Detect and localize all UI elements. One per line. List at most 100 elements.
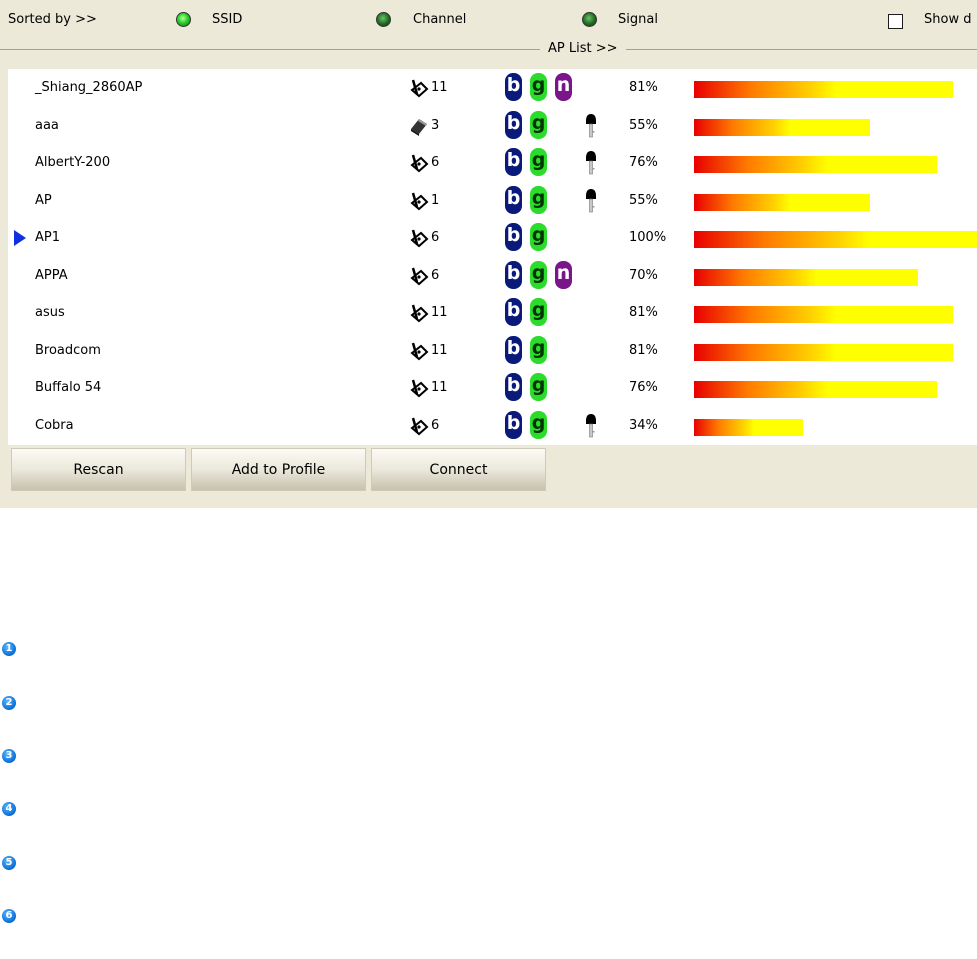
mode-b-badge: b [505,335,522,364]
ap-ssid: AP [35,192,52,208]
mode-g-badge: g [530,335,547,364]
ap-ssid: aaa [35,117,59,133]
signal-strength-bar [694,306,953,323]
sort-signal-radio[interactable] [582,12,597,27]
ap-channel: 11 [431,380,448,395]
callout-marker: 5 [2,856,16,870]
ap-signal-percent: 81% [629,342,658,358]
mode-g-badge: g [530,185,547,214]
signal-strength-bar [694,268,918,286]
ap-list[interactable]: _Shiang_2860AP 11 b g n 81% aaa 3 b g 55% AlbertY-2… [8,69,977,445]
ap-channel: 6 [431,417,440,433]
add-to-profile-button[interactable]: Add to Profile [191,448,366,491]
mode-b-badge: b [505,148,522,176]
ap-row[interactable]: AlbertY-200 6 b g 76% [8,144,977,181]
ap-ssid: asus [35,305,65,320]
signal-strength-bar [694,231,977,248]
mode-b-badge: b [505,73,522,101]
ap-channel: 1 [431,192,440,208]
sort-signal-label[interactable]: Signal [618,12,658,27]
connect-button[interactable]: Connect [371,448,546,491]
mode-n-badge: n [555,73,572,101]
ap-row[interactable]: aaa 3 b g 55% [8,107,977,144]
callout-marker: 2 [2,696,16,710]
ap-row[interactable]: Buffalo 54 11 b g 76% [8,369,977,406]
ap-row[interactable]: asus 11 b g 81% [8,294,977,331]
mode-b-badge: b [505,110,522,139]
security-key-icon [584,113,598,139]
infrastructure-icon [408,377,430,399]
sort-channel-radio[interactable] [376,12,391,27]
callout-marker: 3 [2,749,16,763]
ap-signal-percent: 76% [629,155,658,170]
mode-b-badge: b [505,185,522,214]
ap-row[interactable]: Broadcom 11 b g 81% [8,332,977,369]
sort-bar: Sorted by >> SSID Channel Signal Show d [0,0,977,40]
rescan-button[interactable]: Rescan [11,448,186,491]
sort-channel-label[interactable]: Channel [413,12,466,27]
ap-channel: 3 [431,117,440,133]
security-key-icon [584,150,598,176]
ap-row[interactable]: Cobra 6 b g 34% [8,407,977,444]
infrastructure-icon [408,77,430,99]
section-divider [0,49,977,50]
ap-signal-percent: 100% [629,230,667,245]
mode-g-badge: g [530,373,547,401]
infrastructure-icon [408,152,430,174]
signal-strength-bar [694,343,953,361]
ap-signal-percent: 55% [629,192,658,208]
callout-marker: 4 [2,802,16,816]
signal-strength-bar [694,418,803,436]
mode-n-badge: n [555,260,572,289]
ap-ssid: Cobra [35,417,74,433]
security-key-icon [584,188,598,214]
ap-list-title: AP List >> [540,41,626,56]
mode-b-badge: b [505,223,522,251]
selection-arrow-icon [14,230,26,246]
show-checkbox[interactable] [888,14,903,29]
mode-b-badge: b [505,373,522,401]
ap-row[interactable]: AP 1 b g 55% [8,182,977,219]
mode-b-badge: b [505,410,522,439]
ap-ssid: AlbertY-200 [35,155,111,170]
callout-marker: 1 [2,642,16,656]
mode-g-badge: g [530,298,547,326]
callout-marker: 6 [2,909,16,923]
infrastructure-icon [408,190,430,212]
ap-row[interactable]: APPA 6 b g n 70% [8,257,977,294]
ap-channel: 6 [431,267,440,283]
sort-ssid-label[interactable]: SSID [212,12,242,27]
mode-g-badge: g [530,73,547,101]
ap-signal-percent: 34% [629,417,658,433]
mode-g-badge: g [530,223,547,251]
mode-g-badge: g [530,260,547,289]
ap-ssid: Broadcom [35,342,101,358]
ap-channel: 11 [431,342,448,358]
ap-signal-percent: 70% [629,267,658,283]
ap-channel: 11 [431,305,448,320]
ap-signal-percent: 81% [629,80,658,95]
infrastructure-icon [408,265,430,287]
ap-row[interactable]: _Shiang_2860AP 11 b g n 81% [8,69,977,106]
ap-signal-percent: 76% [629,380,658,395]
ap-ssid: AP1 [35,230,61,245]
ap-row[interactable]: AP1 6 b g 100% [8,219,977,256]
sort-ssid-radio[interactable] [176,12,191,27]
signal-strength-bar [694,156,937,173]
signal-strength-bar [694,81,953,98]
ap-ssid: Buffalo 54 [35,380,102,395]
ap-channel: 6 [431,155,440,170]
site-survey-panel: Sorted by >> SSID Channel Signal Show d … [0,0,977,508]
ap-signal-percent: 55% [629,117,658,133]
mode-b-badge: b [505,298,522,326]
security-key-icon [584,413,598,439]
infrastructure-icon [408,340,430,362]
show-checkbox-label[interactable]: Show d [924,12,971,27]
ap-signal-percent: 81% [629,305,658,320]
infrastructure-icon [408,415,430,437]
mode-b-badge: b [505,260,522,289]
mode-g-badge: g [530,410,547,439]
mode-g-badge: g [530,148,547,176]
ap-ssid: _Shiang_2860AP [35,80,143,95]
sorted-by-label: Sorted by >> [8,12,97,27]
